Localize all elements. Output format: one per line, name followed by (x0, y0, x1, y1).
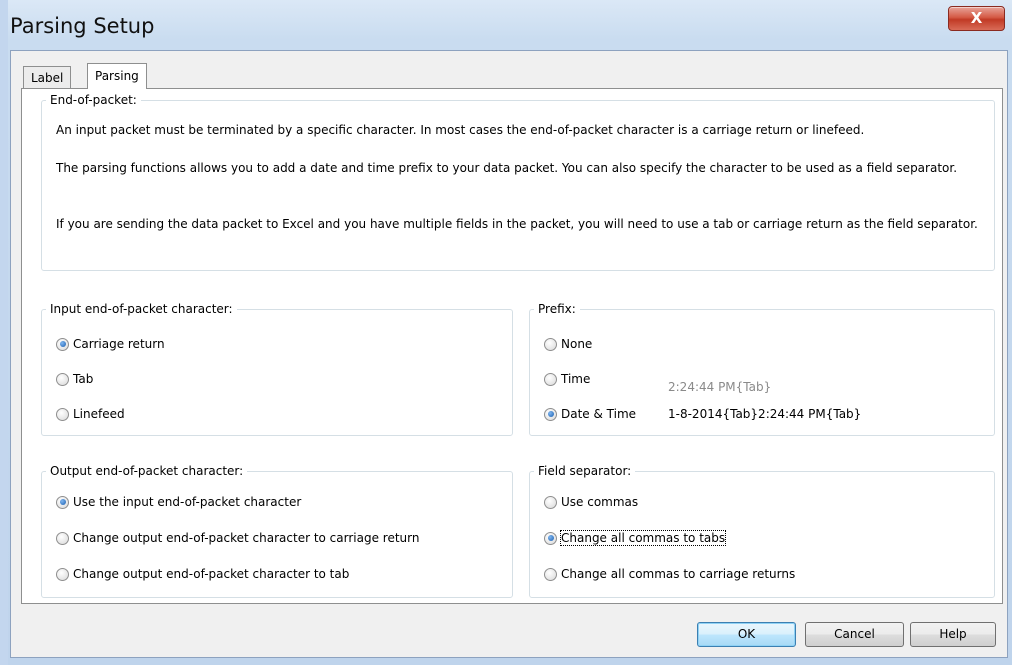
time-sample-text: 2:24:44 PM{Tab} (668, 380, 772, 394)
radio-carriage-return[interactable]: Carriage return (56, 334, 165, 354)
field-separator-group: Field separator: Use commas Change all c… (529, 464, 995, 598)
radio-button-icon[interactable] (544, 495, 557, 509)
radio-button-icon[interactable] (56, 337, 69, 351)
radio-button-icon[interactable] (544, 567, 557, 581)
radio-button-icon[interactable] (56, 495, 69, 509)
tab-label[interactable]: Label (23, 66, 72, 89)
radio-label: Change all commas to tabs (559, 530, 727, 546)
input-eop-group: Input end-of-packet character: Carriage … (41, 302, 513, 436)
radio-button-icon[interactable] (56, 407, 69, 421)
radio-label: Time (561, 372, 591, 386)
end-of-packet-legend: End-of-packet: (50, 93, 137, 107)
radio-linefeed[interactable]: Linefeed (56, 404, 125, 424)
radio-label: Date & Time (561, 407, 637, 421)
radio-use-commas[interactable]: Use commas (544, 492, 638, 512)
prefix-legend: Prefix: (538, 302, 576, 316)
help-button[interactable]: Help (910, 622, 996, 647)
cancel-button[interactable]: Cancel (805, 622, 904, 647)
radio-button-icon[interactable] (544, 531, 557, 545)
radio-prefix-date-time[interactable]: Date & Time (544, 404, 636, 424)
parsing-tab-panel: End-of-packet: An input packet must be t… (21, 88, 1003, 604)
output-eop-group: Output end-of-packet character: Use the … (41, 464, 513, 598)
radio-label: Carriage return (73, 337, 165, 351)
output-eop-legend: Output end-of-packet character: (50, 464, 244, 478)
date-time-sample-text: 1-8-2014{Tab}2:24:44 PM{Tab} (668, 407, 862, 421)
radio-prefix-time[interactable]: Time (544, 369, 590, 389)
description-paragraph: The parsing functions allows you to add … (56, 161, 958, 175)
radio-label: Change output end-of-packet character to… (73, 531, 420, 545)
radio-button-icon[interactable] (56, 531, 69, 545)
radio-button-icon[interactable] (544, 337, 557, 351)
radio-label: Change output end-of-packet character to… (73, 567, 350, 581)
radio-label: Linefeed (73, 407, 125, 421)
end-of-packet-group: End-of-packet: An input packet must be t… (41, 93, 995, 271)
radio-commas-to-carriage-returns[interactable]: Change all commas to carriage returns (544, 564, 795, 584)
radio-button-icon[interactable] (544, 372, 557, 386)
radio-output-carriage-return[interactable]: Change output end-of-packet character to… (56, 528, 419, 548)
ok-button[interactable]: OK (697, 622, 796, 647)
radio-label: Tab (73, 372, 94, 386)
radio-button-icon[interactable] (56, 372, 69, 386)
radio-button-icon[interactable] (544, 407, 557, 421)
radio-output-tab[interactable]: Change output end-of-packet character to… (56, 564, 349, 584)
radio-use-input-eop[interactable]: Use the input end-of-packet character (56, 492, 301, 512)
field-separator-legend: Field separator: (538, 464, 632, 478)
description-paragraph: If you are sending the data packet to Ex… (56, 217, 978, 231)
dialog-client-area: Label Parsing End-of-packet: An input pa… (10, 50, 1008, 658)
description-paragraph: An input packet must be terminated by a … (56, 123, 865, 137)
radio-prefix-none[interactable]: None (544, 334, 592, 354)
dialog-window: Parsing Setup X Label Parsing End-of-pac… (0, 0, 1012, 665)
radio-label: None (561, 337, 593, 351)
window-edge (0, 0, 8, 665)
window-title: Parsing Setup (10, 14, 155, 38)
tab-parsing[interactable]: Parsing (87, 63, 147, 89)
input-eop-legend: Input end-of-packet character: (50, 302, 233, 316)
radio-button-icon[interactable] (56, 567, 69, 581)
radio-label: Change all commas to carriage returns (561, 567, 796, 581)
radio-label: Use the input end-of-packet character (73, 495, 302, 509)
radio-commas-to-tabs[interactable]: Change all commas to tabs (544, 528, 727, 548)
close-button[interactable]: X (948, 6, 1005, 31)
radio-tab[interactable]: Tab (56, 369, 93, 389)
prefix-group: Prefix: None Time 2:24:44 PM{Tab} Date &… (529, 302, 995, 436)
radio-label: Use commas (561, 495, 639, 509)
